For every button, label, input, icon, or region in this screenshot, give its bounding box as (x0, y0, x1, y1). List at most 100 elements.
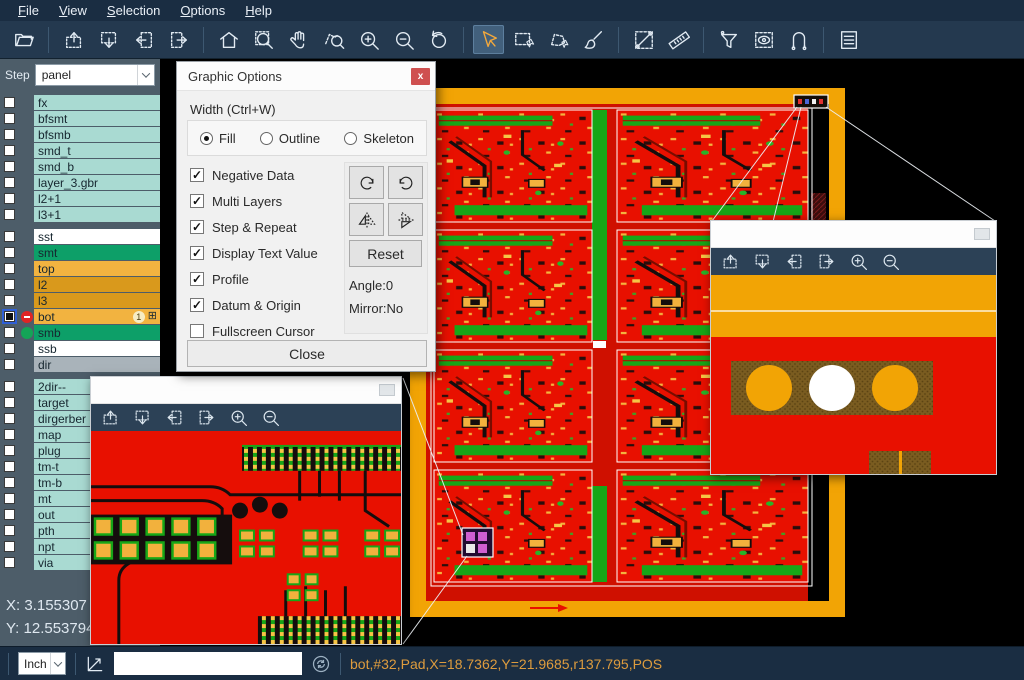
layer-checkbox[interactable] (4, 461, 15, 472)
layer-checkbox[interactable] (4, 493, 15, 504)
open-button[interactable] (8, 25, 39, 54)
layer-row-l2[interactable]: l2 (0, 277, 160, 292)
layer-checkbox[interactable] (4, 381, 15, 392)
layer-row-sst[interactable]: sst (0, 229, 160, 244)
layer-row-layer_3.gbr[interactable]: layer_3.gbr (0, 175, 160, 190)
checkbox-negative-data[interactable]: ✓Negative Data (190, 162, 318, 188)
radio-outline[interactable]: Outline (260, 131, 320, 146)
report-button[interactable] (833, 25, 864, 54)
angle-measure-icon[interactable] (85, 654, 105, 674)
filter-button[interactable] (713, 25, 744, 54)
layer-row-bfsmt[interactable]: bfsmt (0, 111, 160, 126)
magnifier-window-detail[interactable] (90, 376, 402, 645)
layer-row-bot[interactable]: bot1⊞ (0, 309, 160, 324)
layer-row-smd_t[interactable]: smd_t (0, 143, 160, 158)
radio-skeleton[interactable]: Skeleton (344, 131, 414, 146)
window-button[interactable] (379, 384, 395, 396)
zoom-in-button[interactable] (353, 25, 384, 54)
reset-button[interactable]: Reset (349, 240, 422, 267)
layer-checkbox[interactable] (4, 311, 15, 322)
layer-row-ssb[interactable]: ssb (0, 341, 160, 356)
layer-checkbox[interactable] (4, 413, 15, 424)
magnifier-title-bar[interactable] (91, 377, 401, 404)
layer-checkbox[interactable] (4, 279, 15, 290)
window-button[interactable] (974, 228, 990, 240)
layer-checkbox[interactable] (4, 295, 15, 306)
menu-item-view[interactable]: View (49, 2, 97, 19)
mirror-horizontal-button[interactable] (388, 203, 423, 236)
checkbox-multi-layers[interactable]: ✓Multi Layers (190, 188, 318, 214)
pan-down-icon[interactable] (133, 408, 152, 427)
pan-left-icon[interactable] (165, 408, 184, 427)
layer-checkbox[interactable] (4, 557, 15, 568)
zoom-out-button[interactable] (388, 25, 419, 54)
refresh-icon[interactable] (311, 654, 331, 674)
pan-right-button[interactable] (163, 25, 194, 54)
layer-row-l2+1[interactable]: l2+1 (0, 191, 160, 206)
layer-checkbox[interactable] (4, 209, 15, 220)
menu-item-help[interactable]: Help (235, 2, 282, 19)
layer-checkbox[interactable] (4, 247, 15, 258)
magnifier-content-pcb-detail[interactable] (91, 431, 401, 644)
layer-checkbox[interactable] (4, 541, 15, 552)
layer-checkbox[interactable] (4, 343, 15, 354)
menu-item-selection[interactable]: Selection (97, 2, 170, 19)
layer-checkbox[interactable] (4, 359, 15, 370)
layer-checkbox[interactable] (4, 263, 15, 274)
dialog-title-bar[interactable]: Graphic Options x (177, 62, 435, 91)
menu-item-file[interactable]: File (8, 2, 49, 19)
layer-row-top[interactable]: top (0, 261, 160, 276)
radio-fill[interactable]: Fill (200, 131, 236, 146)
net-trace-button[interactable] (783, 25, 814, 54)
layer-row-smd_b[interactable]: smd_b (0, 159, 160, 174)
layer-checkbox[interactable] (4, 145, 15, 156)
select-polygon-button[interactable] (543, 25, 574, 54)
pan-left-button[interactable] (128, 25, 159, 54)
layer-checkbox[interactable] (4, 177, 15, 188)
layer-checkbox[interactable] (4, 509, 15, 520)
select-rect-button[interactable] (508, 25, 539, 54)
layer-checkbox[interactable] (4, 397, 15, 408)
pan-up-icon[interactable] (721, 252, 740, 271)
brush-button[interactable] (578, 25, 609, 54)
view-options-button[interactable] (748, 25, 779, 54)
layer-checkbox[interactable] (4, 97, 15, 108)
checkbox-profile[interactable]: ✓Profile (190, 266, 318, 292)
checkbox-datum-origin[interactable]: ✓Datum & Origin (190, 292, 318, 318)
rotate-cw-button[interactable] (349, 166, 384, 199)
layer-row-smb[interactable]: smb (0, 325, 160, 340)
layer-checkbox[interactable] (4, 231, 15, 242)
step-select[interactable]: panel (35, 64, 155, 86)
zoom-window-button[interactable] (248, 25, 279, 54)
magnifier-title-bar[interactable] (711, 221, 996, 248)
layer-row-l3+1[interactable]: l3+1 (0, 207, 160, 222)
layer-checkbox[interactable] (4, 327, 15, 338)
pan-hand-button[interactable] (283, 25, 314, 54)
magnifier-content-board-corner[interactable] (711, 275, 996, 474)
layer-checkbox[interactable] (4, 525, 15, 536)
measure-distance-button[interactable] (628, 25, 659, 54)
zoom-out-icon[interactable] (261, 408, 280, 427)
pan-up-icon[interactable] (101, 408, 120, 427)
magnifier-window-corner[interactable] (710, 220, 997, 475)
pan-right-icon[interactable] (817, 252, 836, 271)
layer-row-fx[interactable]: fx (0, 95, 160, 110)
layer-row-dir[interactable]: dir (0, 357, 160, 372)
layer-checkbox[interactable] (4, 193, 15, 204)
zoom-polygon-button[interactable] (318, 25, 349, 54)
pan-left-icon[interactable] (785, 252, 804, 271)
pan-right-icon[interactable] (197, 408, 216, 427)
layer-checkbox[interactable] (4, 129, 15, 140)
unit-select[interactable]: Inch (18, 652, 66, 675)
checkbox-step-repeat[interactable]: ✓Step & Repeat (190, 214, 318, 240)
ruler-button[interactable] (663, 25, 694, 54)
pan-down-icon[interactable] (753, 252, 772, 271)
rotate-ccw-button[interactable] (388, 166, 423, 199)
checkbox-display-text-value[interactable]: ✓Display Text Value (190, 240, 318, 266)
layer-row-l3[interactable]: l3 (0, 293, 160, 308)
close-icon[interactable]: x (411, 68, 430, 85)
mirror-vertical-button[interactable] (349, 203, 384, 236)
pan-down-button[interactable] (93, 25, 124, 54)
zoom-in-icon[interactable] (849, 252, 868, 271)
layer-checkbox[interactable] (4, 477, 15, 488)
